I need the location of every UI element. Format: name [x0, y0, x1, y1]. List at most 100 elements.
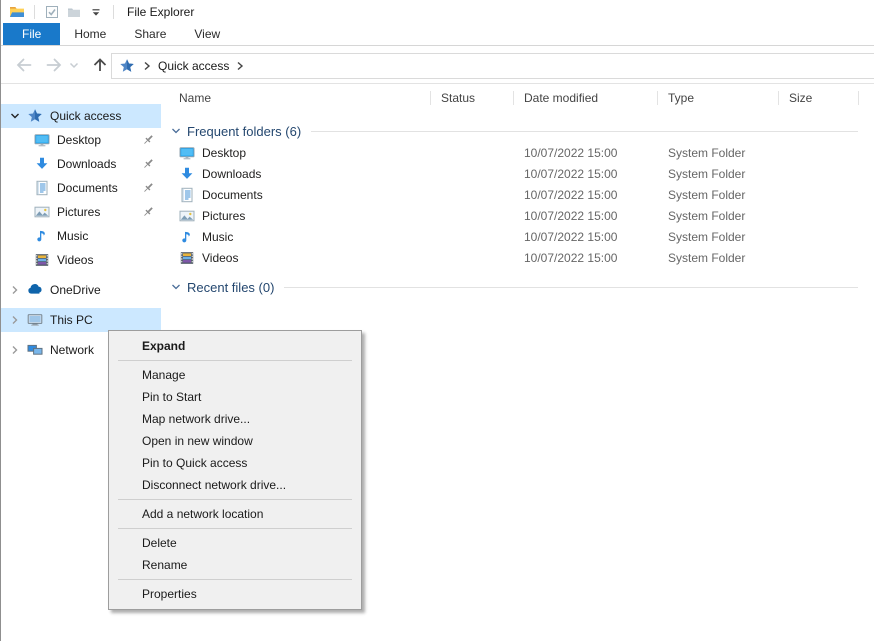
menu-item-expand[interactable]: Expand	[109, 335, 361, 357]
new-folder-icon	[66, 4, 82, 20]
group-title: Frequent folders (6)	[187, 124, 301, 139]
file-groups: Frequent folders (6) Desktop10/07/2022 15…	[169, 120, 874, 298]
group-header-recent-files-0[interactable]: Recent files (0)	[169, 276, 874, 298]
properties-check-icon	[44, 4, 60, 20]
file-name-label: Music	[202, 230, 233, 244]
sidebar-item-music[interactable]: Music	[1, 224, 161, 248]
qat-dropdown-icon	[90, 6, 102, 18]
context-menu: Expand ManagePin to StartMap network driv…	[108, 330, 362, 610]
address-bar[interactable]: Quick access	[111, 53, 874, 79]
column-header-label: Name	[179, 91, 211, 105]
chevron-down-small-icon	[68, 59, 80, 71]
menu-item-pin-to-start[interactable]: Pin to Start	[109, 386, 361, 408]
sidebar-item-quick-access[interactable]: Quick access	[1, 104, 161, 128]
downloads-icon	[179, 166, 195, 182]
file-row-pictures[interactable]: Pictures10/07/2022 15:00System Folder	[169, 205, 874, 226]
menu-item-pin-to-quick-access[interactable]: Pin to Quick access	[109, 452, 361, 474]
titlebar-separator	[113, 5, 114, 19]
chevron-right-icon[interactable]	[8, 314, 22, 326]
chevron-down-icon[interactable]	[169, 125, 183, 137]
ribbon-tab-file[interactable]: File	[3, 23, 60, 45]
column-header-date-modified[interactable]: Date modified	[514, 84, 658, 112]
file-explorer-logo-icon[interactable]	[8, 3, 26, 21]
network-icon	[27, 342, 43, 358]
file-name-label: Pictures	[202, 209, 245, 223]
chevron-right-icon[interactable]	[8, 284, 22, 296]
file-row-music[interactable]: Music10/07/2022 15:00System Folder	[169, 226, 874, 247]
menu-item-properties[interactable]: Properties	[109, 583, 361, 605]
column-header-label: Status	[441, 91, 475, 105]
pin-icon	[141, 205, 155, 219]
sidebar-item-downloads[interactable]: Downloads	[1, 152, 161, 176]
menu-separator	[118, 579, 352, 580]
up-button[interactable]	[90, 56, 110, 74]
breadcrumb-chevron-icon	[142, 60, 152, 72]
column-header-name[interactable]: Name	[169, 84, 431, 112]
file-type-cell: System Folder	[658, 251, 779, 265]
forward-button[interactable]	[44, 56, 64, 74]
file-name-cell: Documents	[169, 187, 431, 203]
group-header-frequent-folders-6[interactable]: Frequent folders (6)	[169, 120, 874, 142]
chevron-right-icon[interactable]	[8, 344, 22, 356]
file-date-modified-cell: 10/07/2022 15:00	[514, 188, 658, 202]
column-header-size[interactable]: Size	[779, 84, 859, 112]
menu-item-add-a-network-location[interactable]: Add a network location	[109, 503, 361, 525]
qat-customize-button[interactable]	[87, 3, 105, 21]
sidebar-item-onedrive[interactable]: OneDrive	[1, 278, 161, 302]
menu-item-open-in-new-window[interactable]: Open in new window	[109, 430, 361, 452]
breadcrumb-chevron-icon	[235, 60, 245, 72]
titlebar-separator	[34, 5, 35, 19]
qat-properties-button[interactable]	[43, 3, 61, 21]
quick-access-toolbar	[41, 3, 107, 21]
title-bar: File Explorer	[1, 0, 874, 23]
group-header-line	[311, 131, 858, 132]
back-button[interactable]	[14, 56, 34, 74]
menu-item-delete[interactable]: Delete	[109, 532, 361, 554]
menu-item-manage[interactable]: Manage	[109, 364, 361, 386]
chevron-down-icon[interactable]	[169, 281, 183, 293]
recent-locations-button[interactable]	[68, 59, 80, 71]
column-header-label: Type	[668, 91, 694, 105]
music-icon	[34, 228, 50, 244]
menu-item-map-network-drive[interactable]: Map network drive...	[109, 408, 361, 430]
group-header-line	[284, 287, 858, 288]
ribbon-tabs: FileHomeShareView	[1, 23, 874, 46]
file-type-cell: System Folder	[658, 188, 779, 202]
file-row-desktop[interactable]: Desktop10/07/2022 15:00System Folder	[169, 142, 874, 163]
chevron-down-icon[interactable]	[8, 110, 22, 122]
file-name-label: Videos	[202, 251, 238, 265]
file-type-cell: System Folder	[658, 146, 779, 160]
sidebar-item-label: Music	[57, 229, 88, 243]
menu-item-disconnect-network-drive[interactable]: Disconnect network drive...	[109, 474, 361, 496]
sidebar-item-documents[interactable]: Documents	[1, 176, 161, 200]
pin-icon	[141, 133, 155, 147]
file-date-modified-cell: 10/07/2022 15:00	[514, 251, 658, 265]
column-header-row: Name Status Date modified Type Size	[169, 84, 874, 112]
ribbon-tab-home[interactable]: Home	[60, 23, 120, 45]
menu-item-rename[interactable]: Rename	[109, 554, 361, 576]
file-row-downloads[interactable]: Downloads10/07/2022 15:00System Folder	[169, 163, 874, 184]
file-date-modified-cell: 10/07/2022 15:00	[514, 209, 658, 223]
file-name-cell: Videos	[169, 250, 431, 266]
column-header-type[interactable]: Type	[658, 84, 779, 112]
file-row-videos[interactable]: Videos 10/07/2022 15:00System Folder	[169, 247, 874, 268]
group-title: Recent files (0)	[187, 280, 274, 295]
column-header-status[interactable]: Status	[431, 84, 514, 112]
sidebar-item-pictures[interactable]: Pictures	[1, 200, 161, 224]
breadcrumb-segment-quick-access[interactable]: Quick access	[155, 59, 232, 73]
sidebar-item-label: Documents	[57, 181, 118, 195]
sidebar-item-this-pc[interactable]: This PC	[1, 308, 161, 332]
file-date-modified-cell: 10/07/2022 15:00	[514, 146, 658, 160]
column-header-label: Size	[789, 91, 812, 105]
sidebar-item-label: This PC	[50, 313, 93, 327]
this-pc-icon	[27, 312, 43, 328]
sidebar-item-desktop[interactable]: Desktop	[1, 128, 161, 152]
ribbon-tab-share[interactable]: Share	[120, 23, 180, 45]
qat-new-folder-button[interactable]	[65, 3, 83, 21]
sidebar-item-label: Desktop	[57, 133, 101, 147]
sidebar-item-videos[interactable]: Videos	[1, 248, 161, 272]
sidebar-item-label: Network	[50, 343, 94, 357]
file-row-documents[interactable]: Documents 10/07/2022 15:00System Folder	[169, 184, 874, 205]
ribbon-tab-view[interactable]: View	[180, 23, 234, 45]
quick-access-star-icon	[119, 58, 135, 74]
